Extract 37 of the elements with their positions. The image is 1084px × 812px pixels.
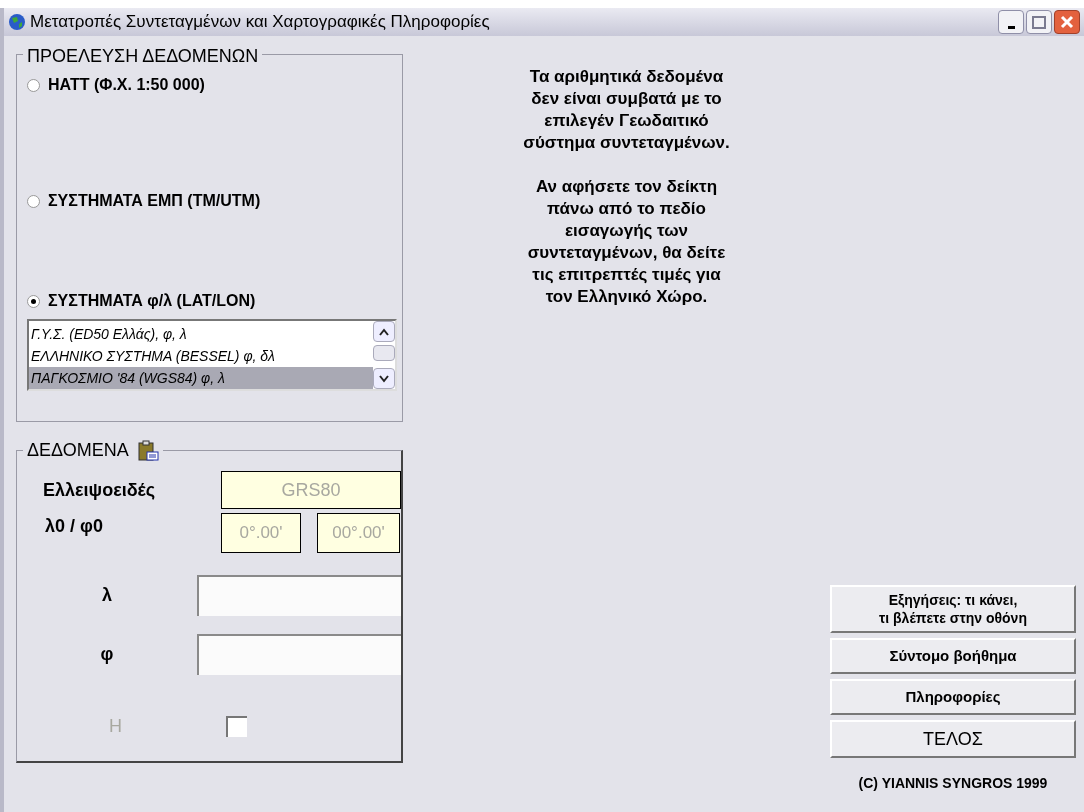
scrollbar-thumb[interactable] [373, 345, 395, 361]
lambda0-field: 0°.00' [221, 513, 301, 553]
field-label: λ [101, 584, 113, 607]
ellipsoid-field: GRS80 [221, 471, 401, 509]
phi-input[interactable] [197, 634, 401, 675]
globe-icon [8, 13, 26, 31]
window-title: Μετατροπές Συντεταγμένων και Χαρτογραφικές Πληροφορίες [30, 11, 490, 34]
radio-label: ΣΥΣΤΗΜΑΤΑ ΕΜΠ (TM/UTM) [48, 191, 261, 211]
scroll-down-button[interactable] [373, 368, 395, 389]
close-button[interactable] [1054, 10, 1080, 34]
copyright-text: (C) YIANNIS SYNGROS 1999 [857, 774, 1049, 793]
radio-button[interactable] [27, 194, 40, 208]
field-label: φ [99, 643, 115, 666]
list-item[interactable]: Γ.Υ.Σ. (ED50 Ελλάς), φ, λ [29, 323, 373, 345]
scroll-up-button[interactable] [373, 321, 395, 342]
radio-button[interactable] [27, 294, 40, 308]
message-text: Τα αριθμητικά δεδομένα δεν είναι συμβατά με το επιλεγέν Γεωδαιτικό σύστημα συντεταγμένων. [522, 66, 731, 154]
radio-button[interactable] [27, 78, 40, 92]
minimize-button[interactable] [998, 10, 1024, 34]
field-label: H [108, 715, 123, 738]
field-label: λ0 / φ0 [45, 515, 104, 538]
clipboard-icon[interactable] [136, 439, 159, 462]
radio-label: HATT (Φ.Χ. 1:50 000) [48, 75, 205, 95]
field-label: Ελλειψοειδές [43, 478, 157, 502]
list-item[interactable]: ΠΑΓΚΟΣΜΙΟ '84 (WGS84) φ, λ [29, 367, 373, 389]
radio-label: ΣΥΣΤΗΜΑΤΑ φ/λ (LAT/LON) [48, 291, 256, 311]
action-button[interactable]: Σύντομο βοήθημα [830, 638, 1076, 674]
lambda-input[interactable] [197, 575, 401, 616]
action-button[interactable]: ΤΕΛΟΣ [830, 720, 1076, 758]
action-button[interactable]: Εξηγήσεις: τι κάνει, τι βλέπετε στην οθόνη [830, 585, 1076, 633]
group-title: ΔΕΔΟΜΕΝΑ [27, 439, 129, 462]
close-icon [1060, 15, 1074, 29]
phi0-field: 00°.00' [317, 513, 400, 553]
action-button[interactable]: Πληροφορίες [830, 679, 1076, 715]
message-text: Αν αφήσετε τον δείκτη πάνω από το πεδίο εισαγωγής των συντεταγμένων, θα δείτε τις επιτρεπτές τιμές για τον Ελληνικό Χώρο. [526, 176, 727, 308]
list-item[interactable]: ΕΛΛΗΝΙΚΟ ΣΥΣΤΗΜΑ (BESSEL) φ, δλ [29, 345, 373, 367]
maximize-button[interactable] [1026, 10, 1052, 34]
